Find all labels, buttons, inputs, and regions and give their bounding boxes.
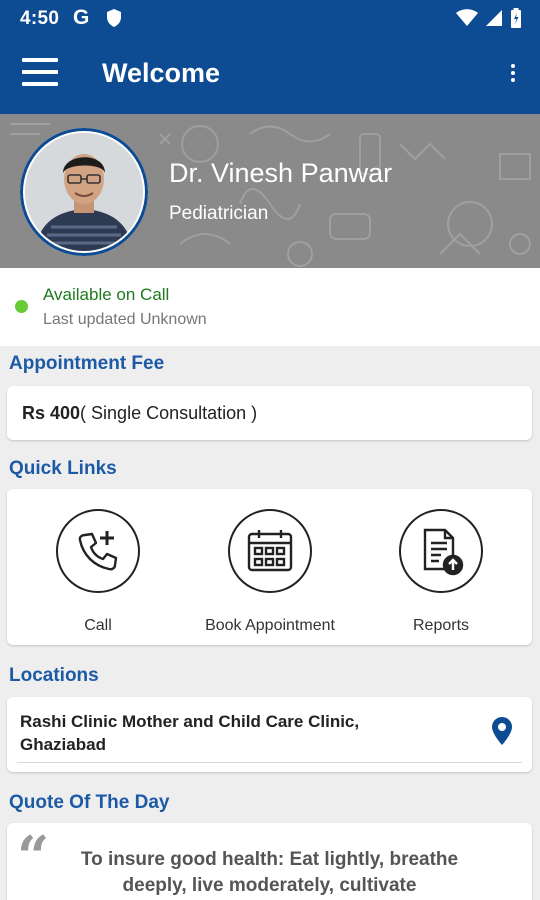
status-bar: 4:50 G	[0, 0, 540, 36]
locations-title: Locations	[9, 665, 99, 686]
app-bar: Welcome	[0, 36, 540, 114]
quick-link-call[interactable]: Call	[18, 509, 178, 635]
fee-text: Rs 400( Single Consultation )	[22, 403, 257, 424]
availability-panel: Available on Call Last updated Unknown	[0, 268, 540, 346]
quick-link-label: Book Appointment	[205, 617, 335, 634]
quote-card: “ To insure good health: Eat lightly, br…	[7, 823, 532, 900]
location-card[interactable]: Rashi Clinic Mother and Child Care Clini…	[7, 697, 532, 772]
menu-icon[interactable]	[22, 58, 58, 88]
divider	[17, 762, 522, 763]
quick-link-book-appointment[interactable]: Book Appointment	[190, 509, 350, 635]
quick-links-card: Call Book Appointment Reports	[7, 489, 532, 645]
availability-updated: Last updated Unknown	[43, 311, 207, 328]
signal-icon	[485, 9, 503, 32]
location-name: Rashi Clinic Mother and Child Care Clini…	[20, 712, 360, 754]
availability-status: Available on Call	[43, 285, 170, 304]
fee-amount: Rs 400	[22, 403, 81, 423]
map-pin-icon[interactable]	[492, 717, 512, 750]
quick-link-label: Call	[84, 617, 112, 634]
avatar-frame	[20, 128, 148, 256]
battery-icon	[510, 8, 522, 33]
wifi-icon	[456, 9, 478, 32]
report-upload-icon	[399, 509, 483, 593]
quote-of-day-title: Quote Of The Day	[9, 792, 170, 813]
page-title: Welcome	[102, 58, 221, 88]
shield-icon	[106, 8, 122, 33]
availability-dot	[15, 300, 28, 313]
appointment-fee-title: Appointment Fee	[9, 353, 165, 374]
quick-link-reports[interactable]: Reports	[361, 509, 521, 635]
quick-link-label: Reports	[412, 617, 470, 634]
doctor-name: Dr. Vinesh Panwar	[169, 158, 393, 188]
calendar-icon	[228, 509, 312, 593]
avatar	[25, 133, 143, 251]
status-time: 4:50	[20, 8, 60, 29]
appointment-fee-card: Rs 400( Single Consultation )	[7, 386, 532, 440]
phone-plus-icon	[56, 509, 140, 593]
google-icon: G	[73, 6, 90, 29]
quick-links-title: Quick Links	[9, 458, 117, 479]
quote-mark-icon: “	[17, 824, 50, 890]
more-options-icon[interactable]	[508, 64, 518, 86]
fee-detail: ( Single Consultation )	[80, 403, 258, 423]
doctor-specialty: Pediatrician	[169, 203, 269, 224]
doctor-profile-header: Dr. Vinesh Panwar Pediatrician	[0, 114, 540, 268]
quote-text: To insure good health: Eat lightly, brea…	[80, 849, 459, 896]
